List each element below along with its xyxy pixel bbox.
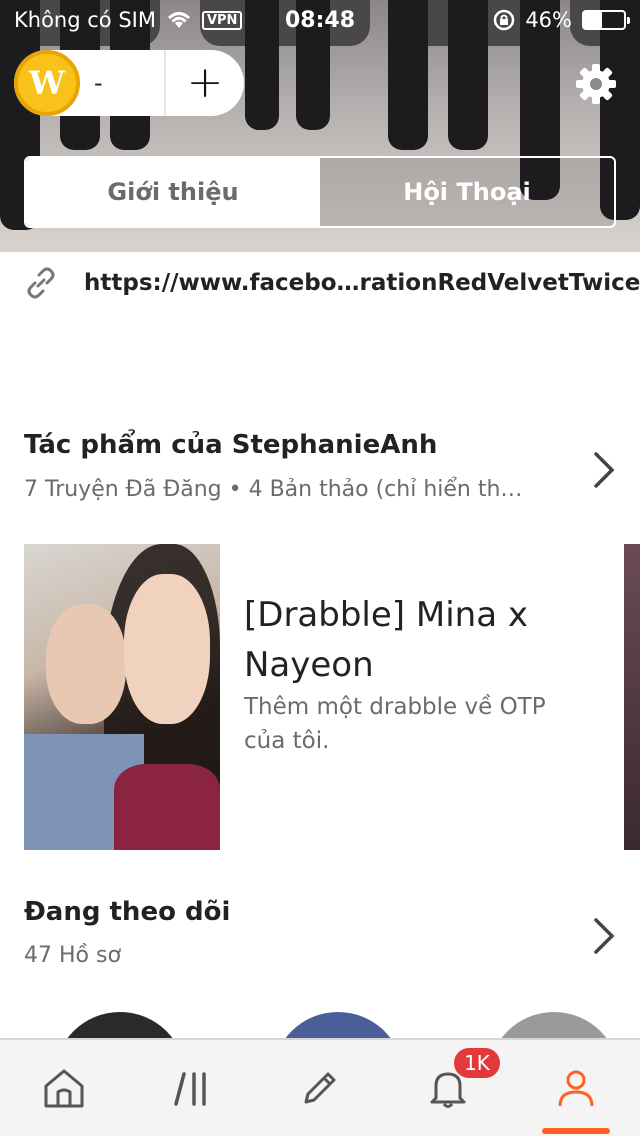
battery-percent: 46% [525, 8, 572, 32]
cover-art-detail [46, 604, 126, 724]
library-icon [174, 1072, 206, 1106]
story-cover[interactable] [24, 544, 220, 850]
chevron-right-icon[interactable] [590, 450, 618, 490]
cover-art-detail [124, 574, 210, 724]
add-coins-button[interactable]: + [166, 50, 244, 116]
tab-home[interactable] [0, 1040, 128, 1136]
works-section-subtitle: 7 Truyện Đã Đăng • 4 Bản thảo (chỉ hiển … [24, 477, 523, 502]
story-description: Thêm một drabble về OTP của tôi. [244, 694, 546, 754]
wifi-icon [167, 12, 190, 28]
following-section-subtitle: 47 Hồ sơ [24, 943, 121, 968]
gear-icon[interactable] [574, 62, 618, 106]
works-section-title[interactable]: Tác phẩm của StephanieAnh [24, 430, 437, 460]
profile-icon [558, 1070, 594, 1107]
battery-level [584, 12, 603, 28]
carrier-label: Không có SIM [14, 8, 156, 32]
tab-notifications[interactable]: 1K [384, 1040, 512, 1136]
status-right: 46% [493, 8, 630, 32]
tab-profile[interactable] [512, 1040, 640, 1136]
chevron-right-icon[interactable] [590, 916, 618, 956]
bottom-tab-bar: 1K [0, 1038, 640, 1136]
cover-art-detail [114, 764, 220, 850]
notification-badge: 1K [452, 1046, 502, 1080]
status-left: Không có SIM VPN [14, 8, 243, 32]
battery-icon [582, 10, 630, 30]
following-section-title[interactable]: Đang theo dõi [24, 897, 230, 927]
coin-icon: W [14, 50, 80, 116]
rotation-lock-icon [494, 9, 515, 31]
tab-about[interactable]: Giới thiệu [26, 158, 320, 226]
status-bar: Không có SIM VPN 08:48 46% [0, 0, 640, 40]
profile-link[interactable]: https://www.facebo…rationRedVelvetTwice [84, 270, 640, 296]
next-story-cover[interactable] [624, 544, 640, 850]
story-title[interactable]: [Drabble] Mina x Nayeon [244, 590, 584, 690]
tab-conversations[interactable]: Hội Thoại [320, 158, 614, 226]
tab-write[interactable] [256, 1040, 384, 1136]
coin-balance-pill: W - + [14, 50, 244, 116]
tab-library[interactable] [128, 1040, 256, 1136]
coin-count: - [94, 69, 103, 97]
home-icon [44, 1069, 84, 1108]
link-icon [27, 267, 55, 299]
coin-symbol: W [29, 64, 65, 102]
active-tab-indicator [542, 1128, 610, 1134]
profile-tab-toggle: Giới thiệu Hội Thoại [24, 156, 616, 228]
profile-link-row[interactable]: https://www.facebo…rationRedVelvetTwice [24, 266, 640, 300]
vpn-badge: VPN [201, 10, 243, 30]
pencil-icon [304, 1072, 336, 1104]
